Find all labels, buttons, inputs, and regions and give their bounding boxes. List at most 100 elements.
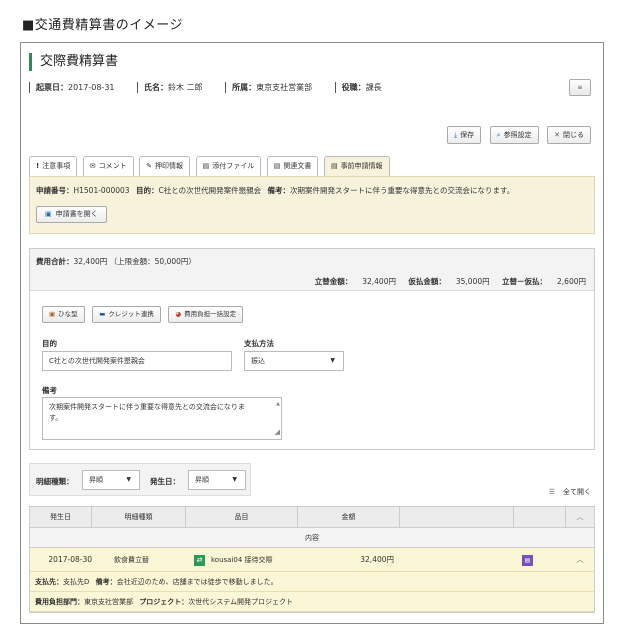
start-date-label: 起票日： (36, 83, 68, 92)
tab-pre-application[interactable]: ▤ 事前申請情報 (323, 156, 390, 176)
tab-label: 関連文書 (283, 162, 312, 170)
close-button[interactable]: ✕ 閉じる (547, 126, 591, 144)
tab-stamp-info[interactable]: ✎ 押印情報 (139, 156, 191, 176)
menu-button[interactable]: ≡ (569, 79, 591, 96)
advance-label: 立替金額： (314, 277, 353, 286)
comment-icon: ✉ (89, 162, 96, 170)
payment-select[interactable]: 振込 ▼ (244, 351, 344, 371)
open-application-button[interactable]: ▣ 申請書を開く (36, 206, 107, 223)
cost-total-label: 費用合計： (36, 257, 74, 266)
action-toolbar: ⤓ 保存 ⌕ 参照設定 ✕ 閉じる (441, 126, 591, 144)
save-label: 保存 (460, 131, 475, 139)
tab-comments[interactable]: ✉ コメント (82, 156, 134, 176)
image-caption: ■交通費精算書のイメージ (22, 18, 184, 33)
reference-settings-button[interactable]: ⌕ 参照設定 (489, 126, 539, 144)
tab-notes[interactable]: ! 注意事項 (29, 156, 78, 176)
purpose-input[interactable]: C社との次世代開発案件懇親会 (42, 351, 232, 371)
column-header-amount[interactable]: 金額 (298, 507, 400, 527)
department-field: 所属：東京支社営業部 (225, 82, 312, 93)
cost-breakdown: 立替金額： 32,400円 仮払金額： 35,000円 立替－仮払： 2,600円 (305, 276, 586, 287)
tab-attachments[interactable]: ▤ 添付ファイル (195, 156, 262, 176)
tab-label: 添付ファイル (212, 162, 255, 170)
remarks-line: す。 (49, 414, 63, 422)
payment-value: 振込 (251, 357, 265, 365)
memo-icon[interactable]: ▤ (522, 554, 533, 566)
remarks-field-label: 備考 (42, 386, 57, 395)
attachment-icon: ▤ (202, 162, 210, 170)
cost-panel: 費用合計：32,400円 （上限金額：50,000円） 立替金額： 32,400円… (29, 248, 595, 450)
payment-field-label: 支払方法 (244, 339, 274, 348)
start-date-value: 2017-08-31 (68, 83, 115, 92)
column-header-type[interactable]: 明細種類 (92, 507, 186, 527)
pie-icon: ◕ (175, 310, 182, 318)
row-remarks-label: 備考： (95, 578, 117, 586)
remarks-value: 次期案件開発スタートに伴う重要な得意先との交流会になります。 (290, 186, 515, 195)
scroll-up-icon[interactable]: ▲ (276, 399, 280, 410)
prepaid-amount: 仮払金額： 35,000円 (408, 277, 489, 286)
content-header: 内容 (30, 528, 594, 548)
row-blank (400, 548, 514, 571)
advance-amount: 立替金額： 32,400円 (315, 277, 396, 286)
bulk-label: 費用負担一括設定 (184, 310, 237, 318)
row-detail-payee: 支払先：支払先D 備考：会社近辺のため、店舗までは徒歩で移動しました。 (30, 572, 594, 592)
settings-label: 参照設定 (503, 131, 532, 139)
expand-all-button[interactable]: ☰ 全て開く (549, 487, 591, 497)
caret-down-icon: ▼ (232, 476, 237, 483)
cost-dept-value: 東京支社営業部 (84, 598, 133, 606)
alert-icon: ! (36, 162, 40, 170)
template-icon: ▣ (49, 310, 56, 318)
column-header-date[interactable]: 発生日 (30, 507, 92, 527)
template-button[interactable]: ▣ ひな型 (42, 306, 85, 323)
cost-total: 費用合計：32,400円 （上限金額：50,000円） (36, 256, 196, 267)
row-item: kousai04 接待交際 (211, 556, 273, 564)
list-icon: ☰ (548, 488, 555, 496)
application-no-value: H1501-000003 (73, 186, 130, 195)
date-sort-value: 昇順 (195, 476, 209, 484)
difference-amount: 立替－仮払： 2,600円 (502, 277, 586, 286)
collapse-icon[interactable]: ︿ (566, 548, 594, 571)
project-label: プロジェクト： (139, 598, 189, 606)
header-info-bar: 起票日：2017-08-31 氏名：鈴木 二郎 所属：東京支社営業部 役職：課長 (29, 82, 402, 93)
open-application-label: 申請書を開く (55, 210, 98, 218)
bulk-cost-button[interactable]: ◕ 費用負担一括設定 (168, 306, 244, 323)
save-button[interactable]: ⤓ 保存 (447, 126, 482, 144)
detail-type-label: 明細種類： (36, 477, 74, 486)
application-summary: 申請番号：H1501-000003 目的：C社との次世代開発案件懇親会 備考：次… (36, 185, 514, 196)
remarks-textarea[interactable]: 次期案件開発スタートに伴う重要な得意先との交流会になりま す。 ▲ ◢ (42, 397, 282, 440)
cost-summary: 費用合計：32,400円 （上限金額：50,000円） 立替金額： 32,400円… (30, 249, 594, 291)
advance-value: 32,400円 (362, 277, 396, 286)
receipt-icon[interactable]: ⇄ (194, 554, 205, 566)
tab-label: 事前申請情報 (340, 162, 383, 170)
column-header-blank (400, 507, 514, 527)
resize-grip-icon[interactable]: ◢ (275, 427, 280, 438)
tab-label: 押印情報 (155, 162, 184, 170)
caret-down-icon: ▼ (330, 357, 335, 364)
tab-label: コメント (98, 162, 127, 170)
tab-bar: ! 注意事項 ✉ コメント ✎ 押印情報 ▤ 添付ファイル ▤ 関連文書 ▤ 事前申請情報 (29, 156, 393, 176)
page-title: 交際費精算書 (29, 53, 118, 71)
sort-filter-bar: 明細種類： 昇順 ▼ 発生日： 昇順 ▼ (29, 463, 251, 496)
role-value: 課長 (365, 83, 382, 92)
purpose-value: C社との次世代開発案件懇親会 (158, 186, 262, 195)
row-date: 2017-08-30 (48, 555, 92, 564)
column-header-blank (514, 507, 566, 527)
column-header-item[interactable]: 品目 (186, 507, 298, 527)
date-label: 発生日： (150, 477, 180, 486)
difference-label: 立替－仮払： (502, 277, 548, 286)
tab-related-docs[interactable]: ▤ 関連文書 (266, 156, 319, 176)
purpose-label: 目的： (135, 186, 159, 195)
cost-total-value: 32,400円 (73, 257, 108, 266)
payee-label: 支払先： (35, 578, 63, 586)
collapse-all-icon[interactable]: ︿ (566, 507, 594, 527)
row-item-cell: ⇄ kousai04 接待交際 (186, 548, 298, 571)
table-row[interactable]: 2017-08-30 飲食費立替 ⇄ kousai04 接待交際 32,400円 … (30, 548, 594, 572)
application-no-label: 申請番号： (36, 186, 74, 195)
document-icon: ▤ (273, 162, 281, 170)
caret-down-icon: ▼ (126, 476, 131, 483)
credit-link-button[interactable]: ▬ クレジット連携 (92, 306, 161, 323)
detail-type-sort-select[interactable]: 昇順 ▼ (82, 470, 140, 490)
date-sort-select[interactable]: 昇順 ▼ (188, 470, 246, 490)
name-value: 鈴木 二郎 (168, 83, 203, 92)
role-field: 役職：課長 (334, 82, 382, 93)
department-label: 所属： (232, 83, 257, 92)
